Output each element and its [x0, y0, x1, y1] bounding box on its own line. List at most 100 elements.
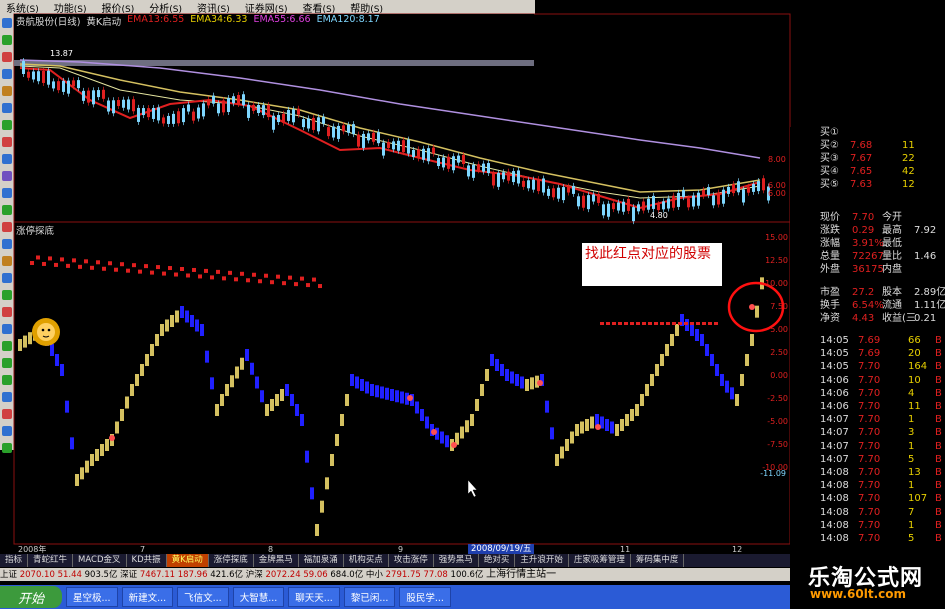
taskbar-item[interactable]: 股民学... — [399, 587, 451, 607]
quote-cell: B — [935, 440, 942, 452]
indicator-bar — [290, 394, 294, 406]
indicator-tab[interactable]: 绝对买 — [479, 554, 516, 567]
indicator-bar — [246, 278, 250, 283]
quote-cell: B — [935, 348, 942, 360]
indicator-bar — [725, 380, 729, 393]
quote-cell: 42 — [902, 166, 915, 177]
indicator-bar — [120, 409, 124, 421]
ema13-line — [19, 67, 761, 210]
indicator-bar — [630, 409, 634, 421]
taskbar-item[interactable]: 黎已闲... — [343, 587, 396, 607]
quote-cell: B — [935, 453, 942, 465]
indicator-tab[interactable]: 金牌黑马 — [254, 554, 299, 567]
indicator-tab[interactable]: 强势黑马 — [434, 554, 479, 567]
indicator-bar — [250, 362, 254, 375]
indicator-bar — [400, 391, 404, 404]
quote-cell: 7.70 — [858, 453, 881, 465]
indicator-bar — [705, 344, 709, 356]
sub-indicator-chart — [18, 255, 764, 536]
taskbar-item[interactable]: 飞信文... — [177, 587, 229, 607]
indicator-bar — [545, 400, 549, 413]
ema120-label: EMA120:8.17 — [316, 14, 380, 25]
indicator-tab[interactable]: 庄家吸筹管理 — [569, 554, 631, 567]
quote-cell: 股本 — [882, 287, 902, 298]
quote-row: 涨幅 3.91% 最低 — [790, 237, 945, 250]
indicator-tab[interactable]: 黄K启动 — [166, 554, 209, 567]
indicator-tab[interactable]: 福加泉涌 — [299, 554, 344, 567]
quote-cell: 72267 — [852, 251, 884, 262]
quote-cell: B — [935, 401, 942, 412]
indicator-tab[interactable]: 主升浪开始 — [515, 554, 569, 567]
quote-cell: 7.92 — [914, 225, 937, 236]
indicator-bar — [670, 334, 674, 346]
quote-cell: B — [935, 533, 942, 544]
quote-cell: 14:08 — [820, 533, 849, 544]
quote-cell: 1.11亿 — [914, 300, 945, 311]
quote-row: 换手 6.54% 流通 1.11亿 — [790, 299, 945, 312]
indicator-bar — [42, 261, 46, 266]
indicator-bar — [36, 255, 40, 260]
indicator-bar — [720, 374, 724, 386]
quote-cell: 2.89亿 — [914, 287, 945, 298]
zx-volume: 100.6亿 — [450, 570, 484, 580]
quote-row: 14:06 7.70 4 B — [790, 387, 945, 400]
indicator-bar — [475, 399, 479, 411]
indicator-tab[interactable]: 指标 — [0, 554, 29, 567]
quote-row: 14:07 7.70 1 B — [790, 413, 945, 426]
ema34-label: EMA34:6.33 — [190, 14, 248, 25]
indicator-bar — [288, 275, 292, 280]
indicator-bar — [550, 427, 554, 440]
indicator-bar — [240, 271, 244, 276]
indicator-tab[interactable]: KD共振 — [127, 554, 167, 567]
indicator-bar — [295, 404, 299, 416]
start-button[interactable]: 开始 — [0, 586, 62, 608]
signal-dot — [407, 395, 413, 401]
indicator-bar — [270, 280, 274, 285]
quote-panel: 买① 买② 7.68 11 买③ 7.67 22 买④ 7.65 42 买⑤ 7.63 12 现价 7.70… — [790, 127, 945, 545]
indicator-bar — [108, 261, 112, 266]
quote-cell: 最高 — [882, 225, 902, 236]
indicator-bar — [282, 281, 286, 286]
quote-cell: 66 — [908, 335, 921, 346]
taskbar-item[interactable]: 大智慧... — [232, 587, 285, 607]
quote-cell: 14:08 — [820, 493, 849, 505]
indicator-bar — [735, 394, 739, 406]
indicator-bar — [84, 259, 88, 264]
indicator-bar — [740, 374, 744, 386]
indicator-bar — [135, 374, 139, 386]
indicator-bar — [690, 324, 694, 336]
quote-cell: 7.70 — [858, 533, 881, 544]
quote-cell: B — [935, 467, 942, 478]
indicator-bar — [216, 269, 220, 274]
sh-value: 2070.10 — [19, 570, 55, 580]
indicator-tab[interactable]: 机构买点 — [344, 554, 389, 567]
taskbar-item[interactable]: 聊天天... — [288, 587, 340, 607]
indicator-bar — [270, 399, 274, 411]
indicator-bar — [132, 263, 136, 268]
quote-cell: 7.70 — [858, 387, 881, 399]
zx-value: 2791.75 — [385, 570, 421, 580]
indicator-tab[interactable]: 攻击涨停 — [389, 554, 434, 567]
indicator-tab[interactable]: 筹码集中度 — [631, 554, 685, 567]
indicator-bar — [610, 421, 614, 434]
taskbar-item[interactable]: 星空极... — [66, 587, 118, 607]
quote-cell: B — [935, 335, 942, 346]
indicator-tab[interactable]: 涨停探底 — [209, 554, 254, 567]
quote-cell: 36175 — [852, 264, 884, 275]
indicator-bar — [280, 389, 284, 401]
indicator-bar — [425, 416, 429, 429]
indicator-bar — [120, 262, 124, 267]
indicator-bar — [555, 454, 559, 466]
indicator-bar — [155, 334, 159, 346]
quote-cell: 14:05 — [820, 348, 849, 360]
taskbar-item[interactable]: 新建文... — [121, 587, 174, 607]
quote-cell: 14:08 — [820, 519, 849, 531]
quote-cell: 4.43 — [852, 313, 875, 324]
indicator-tab[interactable]: MACD金叉 — [73, 554, 127, 567]
indicator-bar — [672, 322, 676, 325]
indicator-bar — [235, 366, 239, 379]
quote-cell: 22 — [902, 153, 915, 164]
indicator-bar — [708, 322, 712, 325]
indicator-bar — [222, 276, 226, 281]
indicator-tab[interactable]: 青蛇红牛 — [28, 554, 74, 567]
